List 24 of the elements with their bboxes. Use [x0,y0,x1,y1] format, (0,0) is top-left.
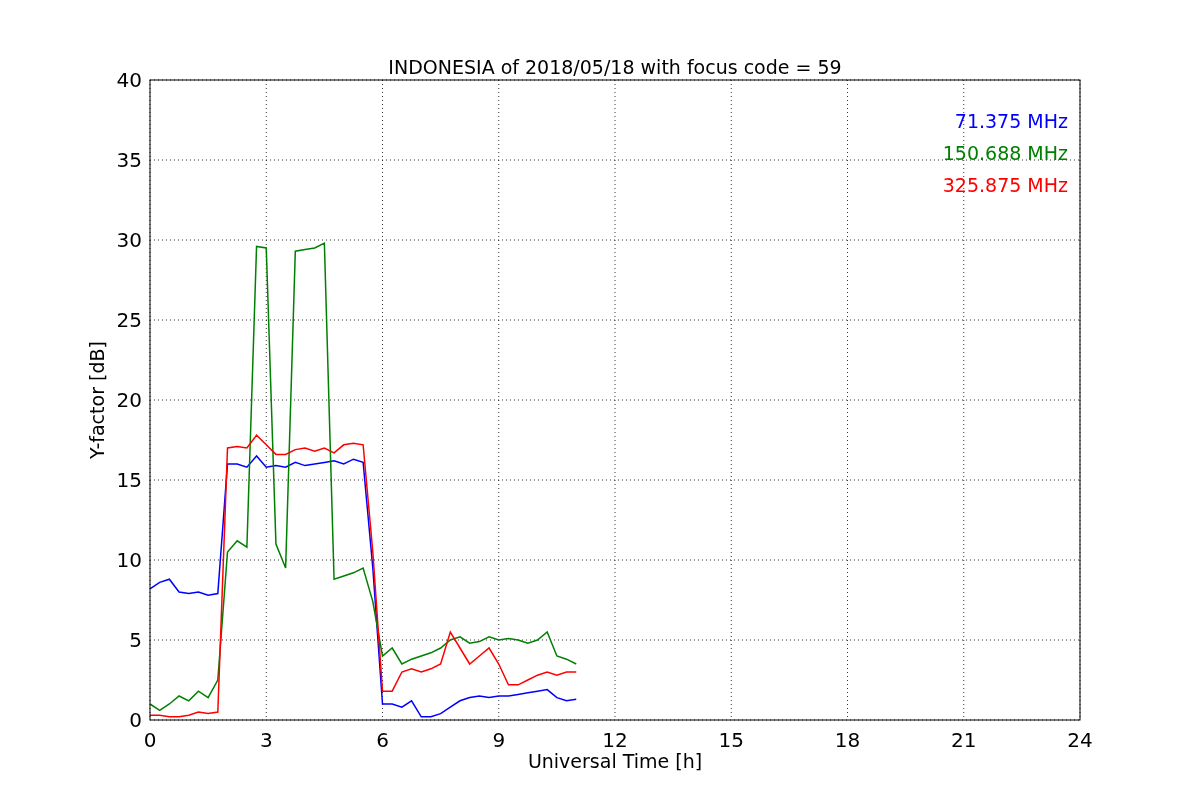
x-tick-label: 12 [602,728,628,752]
x-tick-label: 15 [718,728,744,752]
chart-title: INDONESIA of 2018/05/18 with focus code = 59 [388,56,842,78]
y-tick-label: 15 [116,468,142,492]
x-tick-label: 18 [834,728,861,752]
x-tick-label: 3 [259,728,273,752]
y-axis-label: Y-factor [dB] [86,341,108,459]
y-tick-label: 25 [116,308,142,332]
y-tick-label: 35 [116,148,142,172]
y-tick-label: 5 [129,628,142,652]
y-tick-label: 40 [116,68,142,92]
x-axis-label: Universal Time [h] [527,750,703,772]
x-tick-label: 21 [951,728,977,752]
y-tick-label: 30 [116,228,142,252]
y-tick-label: 10 [116,548,142,572]
x-tick-label: 24 [1067,728,1093,752]
legend-label: 150.688 MHz [942,142,1068,164]
x-tick-label: 6 [376,728,389,752]
x-tick-label: 9 [492,728,506,752]
y-tick-label: 0 [129,708,142,732]
y-tick-label: 20 [116,388,142,412]
legend-label: 71.375 MHz [954,110,1068,132]
legend-label: 325.875 MHz [942,174,1068,196]
x-tick-label: 0 [143,728,157,752]
